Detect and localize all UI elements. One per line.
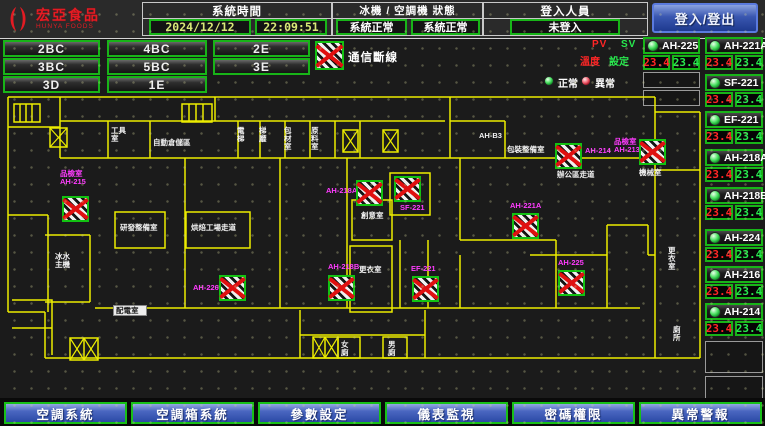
room-label-2: 電梯 bbox=[237, 127, 246, 143]
room-label-11: 烘焙工場走道 bbox=[191, 224, 243, 232]
plan-unit-AH-218A[interactable] bbox=[356, 180, 383, 206]
plan-unit-label-line: AH-226 bbox=[193, 284, 219, 292]
setpoint-label: 設定 bbox=[609, 53, 629, 68]
room-label-6: AH-B3 bbox=[479, 132, 507, 140]
room-label-17: 更衣室 bbox=[668, 247, 677, 271]
room-label-5: 原料室 bbox=[311, 127, 320, 151]
plan-unit-label-AH-221A: AH-221A bbox=[510, 202, 541, 210]
room-label-18: 廁所 bbox=[673, 326, 682, 342]
room-label-4: 包材室 bbox=[284, 127, 293, 151]
plan-unit-AH-215[interactable] bbox=[62, 196, 89, 222]
room-label-12: 冰水主機 bbox=[55, 253, 72, 269]
room-label-15: 女廁 bbox=[341, 341, 350, 357]
room-label-16: 男廁 bbox=[388, 341, 397, 357]
plan-unit-label-AH-218A: AH-218A bbox=[326, 187, 357, 195]
plan-unit-AH-221A[interactable] bbox=[512, 213, 539, 239]
plan-unit-label-AH-226: AH-226 bbox=[193, 284, 219, 292]
comm-loss-legend-label: 通信斷線 bbox=[348, 49, 398, 65]
room-label-3: 梯廳 bbox=[259, 127, 268, 143]
plan-unit-label-AH-218B: AH-218B bbox=[328, 263, 359, 271]
plan-unit-label-line: AH-218B bbox=[328, 263, 359, 271]
room-label-1: 自動倉儲區 bbox=[153, 139, 203, 147]
room-label-14: 更衣室 bbox=[359, 266, 385, 274]
room-label-8: 辦公區走道 bbox=[557, 171, 599, 179]
plan-unit-label-line: AH-221A bbox=[510, 202, 541, 210]
room-label-7: 包裝整備室 bbox=[507, 146, 557, 154]
hvac-hmi-screen: 宏亞食品 HUNYA FOODS 系統時間 2024/12/12 22:09:5… bbox=[0, 0, 765, 426]
room-label-9: 機械室 bbox=[639, 169, 665, 177]
plan-unit-label-AH-215: 品檢室AH-215 bbox=[60, 170, 86, 186]
plan-unit-label-AH-213: 品檢室AH-213 bbox=[614, 138, 640, 154]
plan-unit-AH-218B[interactable] bbox=[328, 275, 355, 301]
room-label-10: 研發整備室 bbox=[120, 224, 162, 232]
plan-unit-AH-213[interactable] bbox=[639, 139, 666, 165]
room-label-19: 配電室 bbox=[113, 305, 147, 316]
plan-unit-label-line: AH-225 bbox=[558, 259, 584, 267]
plan-unit-AH-214[interactable] bbox=[555, 143, 582, 169]
plan-unit-AH-226[interactable] bbox=[219, 275, 246, 301]
plan-unit-label-line: SF-221 bbox=[400, 204, 425, 212]
plan-unit-label-AH-214: AH-214 bbox=[585, 147, 611, 155]
pv-label: PV bbox=[592, 39, 607, 50]
plan-unit-label-AH-225: AH-225 bbox=[558, 259, 584, 267]
plan-unit-label-line: AH-218A bbox=[326, 187, 357, 195]
plan-unit-label-line: AH-214 bbox=[585, 147, 611, 155]
sv-label: SV bbox=[621, 39, 636, 50]
room-label-13: 創意室 bbox=[361, 212, 385, 220]
abnormal-label: 異常 bbox=[595, 75, 615, 90]
plan-unit-label-line: AH-215 bbox=[60, 178, 86, 186]
normal-label: 正常 bbox=[558, 75, 578, 90]
plan-unit-label-EF-221: EF-221 bbox=[411, 265, 436, 273]
comm-loss-legend-icon bbox=[315, 41, 344, 70]
plan-unit-label-line: EF-221 bbox=[411, 265, 436, 273]
plan-unit-SF-221[interactable] bbox=[394, 176, 421, 202]
room-label-0: 工具室 bbox=[111, 127, 129, 143]
plan-unit-label-SF-221: SF-221 bbox=[400, 204, 425, 212]
plan-unit-EF-221[interactable] bbox=[412, 276, 439, 302]
temp-label: 溫度 bbox=[580, 53, 600, 68]
plan-unit-label-line: AH-213 bbox=[614, 146, 640, 154]
plan-unit-AH-225[interactable] bbox=[558, 270, 585, 296]
